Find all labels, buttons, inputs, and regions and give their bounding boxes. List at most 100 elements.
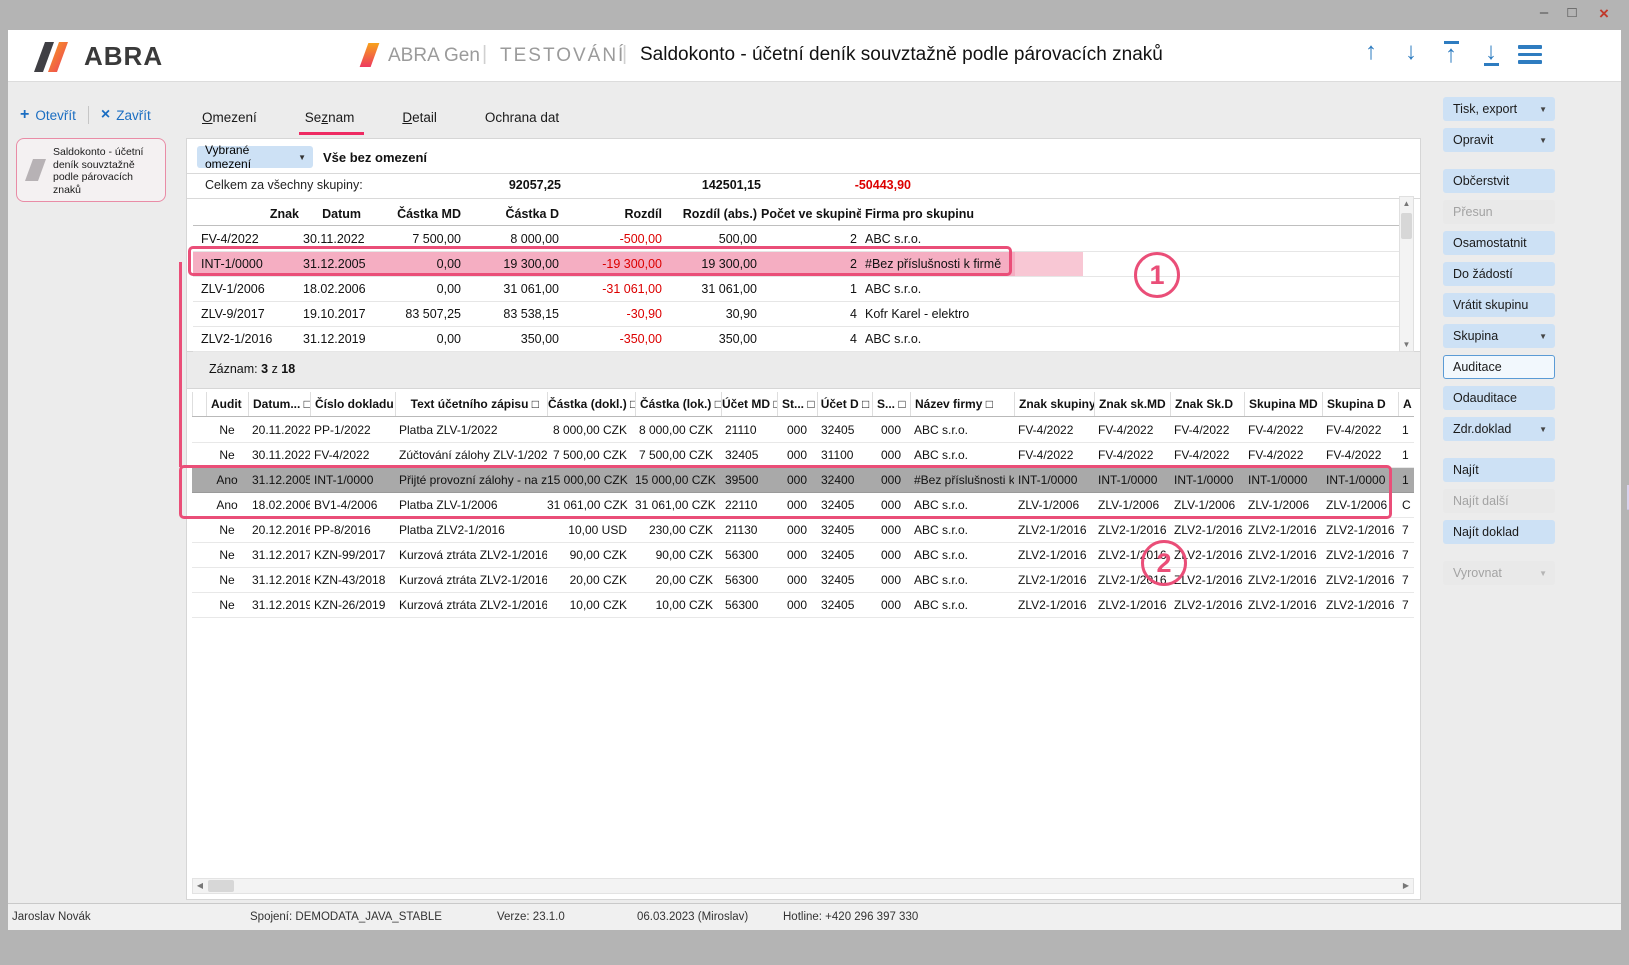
cell-znak-sk-d: ZLV-1/2006	[1170, 493, 1244, 517]
action-button[interactable]: Skupina ▼	[1443, 324, 1555, 348]
restriction-preset-dropdown[interactable]: Vybrané omezení ▼	[197, 146, 313, 168]
tab[interactable]: Omezení	[200, 104, 259, 134]
cell-pocet: 4	[761, 302, 861, 326]
action-button[interactable]: Osamostatnit ▼	[1443, 231, 1555, 255]
column-header[interactable]: Název firmy □	[910, 392, 1014, 416]
column-header[interactable]: Firma pro skupinu	[861, 202, 1412, 225]
column-header[interactable]: Rozdíl (abs.)	[666, 202, 761, 225]
hamburger-menu-icon[interactable]	[1518, 45, 1548, 68]
action-button[interactable]: Do žádostí ▼	[1443, 262, 1555, 286]
arrow-up-icon[interactable]: ↑	[1356, 41, 1386, 63]
column-header[interactable]: Skupina MD	[1244, 392, 1322, 416]
column-header[interactable]: Skupina D	[1322, 392, 1398, 416]
action-button[interactable]: Zdr.doklad ▼	[1443, 417, 1555, 441]
group-row[interactable]: ZLV-1/2006 18.02.2006 0,00 31 061,00 -31…	[193, 277, 1412, 302]
action-button[interactable]: Občerstvit ▼	[1443, 169, 1555, 193]
journal-row[interactable]: Ne 31.12.2017 KZN-99/2017 Kurzová ztráta…	[192, 543, 1414, 568]
cell-znak-sk-md: ZLV2-1/2016	[1094, 568, 1170, 592]
journal-row[interactable]: Ne 31.12.2019 KZN-26/2019 Kurzová ztráta…	[192, 593, 1414, 618]
cell-firma: ABC s.r.o.	[861, 277, 1412, 301]
cell-pocet: 4	[761, 327, 861, 351]
journal-row[interactable]: Ne 30.11.2022 FV-4/2022 Zúčtování zálohy…	[192, 443, 1414, 468]
column-header[interactable]: St... □	[777, 392, 817, 416]
close-icon[interactable]: ×	[1593, 4, 1615, 24]
column-header[interactable]: S... □	[872, 392, 910, 416]
column-header[interactable]: Číslo dokladu □	[310, 392, 395, 416]
cell-rozdil: -350,00	[563, 327, 666, 351]
column-header[interactable]: Znak skupiny □	[1014, 392, 1094, 416]
column-header[interactable]: Účet D □	[817, 392, 872, 416]
action-button[interactable]: Tisk, export ▼	[1443, 97, 1555, 121]
journal-row[interactable]: Ne 20.12.2016 PP-8/2016 Platba ZLV2-1/20…	[192, 518, 1414, 543]
open-button[interactable]: Otevřít	[35, 108, 76, 123]
scrollbar-thumb[interactable]	[1401, 213, 1412, 239]
cell-ucet-d: 32405	[817, 418, 872, 442]
column-header[interactable]: Částka MD	[365, 202, 465, 225]
column-header[interactable]: Datum... □	[248, 392, 310, 416]
workspace-card[interactable]: Saldokonto - účetní deník souvztažně pod…	[16, 138, 166, 202]
scroll-up-icon[interactable]: ▲	[1400, 197, 1413, 210]
chevron-down-icon: ▼	[1539, 569, 1547, 578]
column-header[interactable]: Text účetního zápisu □	[395, 392, 547, 416]
group-row[interactable]: ZLV-9/2017 19.10.2017 83 507,25 83 538,1…	[193, 302, 1412, 327]
journal-row[interactable]: Ano 18.02.2006 BV1-4/2006 Platba ZLV-1/2…	[192, 493, 1414, 518]
abra-logo-text: ABRA	[84, 41, 163, 72]
cell-znak: FV-4/2022	[193, 227, 303, 251]
column-header[interactable]: Znak Sk.D	[1170, 392, 1244, 416]
scroll-left-icon[interactable]: ◀	[193, 879, 207, 893]
action-button[interactable]: Vrátit skupinu ▼	[1443, 293, 1555, 317]
journal-row[interactable]: Ne 31.12.2018 KZN-43/2018 Kurzová ztráta…	[192, 568, 1414, 593]
action-button[interactable]: Přesun ▼	[1443, 200, 1555, 224]
tab[interactable]: Seznam	[303, 104, 357, 134]
tab[interactable]: Detail	[400, 104, 439, 134]
action-button[interactable]: Najít další ▼	[1443, 489, 1555, 513]
cell-rozdil-abs: 350,00	[666, 327, 761, 351]
scroll-right-icon[interactable]: ▶	[1399, 879, 1413, 893]
scroll-down-icon[interactable]: ▼	[1400, 338, 1413, 351]
action-button[interactable]: Najít ▼	[1443, 458, 1555, 482]
group-row[interactable]: FV-4/2022 30.11.2022 7 500,00 8 000,00 -…	[193, 227, 1412, 252]
column-header[interactable]	[192, 392, 206, 416]
column-header[interactable]: Datum	[303, 202, 365, 225]
action-button[interactable]: Auditace ▼	[1443, 355, 1555, 379]
action-button[interactable]: Odauditace ▼	[1443, 386, 1555, 410]
maximize-icon[interactable]: □	[1561, 4, 1583, 21]
cell-ucet-md: 56300	[721, 543, 777, 567]
cell-ucet-md: 21110	[721, 418, 777, 442]
column-header[interactable]: Znak sk.MD	[1094, 392, 1170, 416]
groups-table-body: FV-4/2022 30.11.2022 7 500,00 8 000,00 -…	[193, 227, 1412, 352]
action-button[interactable]: Vyrovnat ▼	[1443, 561, 1555, 585]
scrollbar-thumb[interactable]	[208, 880, 234, 892]
journal-row[interactable]: Ne 20.11.2022 PP-1/2022 Platba ZLV-1/202…	[192, 418, 1414, 443]
cell-castka-md: 83 507,25	[365, 302, 465, 326]
action-button[interactable]: Najít doklad ▼	[1443, 520, 1555, 544]
column-header[interactable]: Počet ve skupině	[761, 202, 861, 225]
cell-a: 7	[1398, 543, 1414, 567]
groups-table-scrollbar[interactable]: ▲ ▼	[1399, 196, 1414, 352]
minimize-icon[interactable]: –	[1533, 4, 1555, 21]
record-separator: z	[272, 362, 278, 376]
column-header[interactable]: Částka D	[465, 202, 563, 225]
column-header[interactable]: Znak	[193, 202, 303, 225]
arrow-down-icon[interactable]: ↓	[1396, 41, 1426, 63]
column-header[interactable]: Částka (lok.) □	[635, 392, 721, 416]
journal-horizontal-scrollbar[interactable]: ◀ ▶	[192, 878, 1414, 894]
arrow-to-bottom-icon[interactable]: ↓	[1476, 41, 1506, 66]
group-row[interactable]: ZLV2-1/2016 31.12.2019 0,00 350,00 -350,…	[193, 327, 1412, 352]
group-row[interactable]: INT-1/0000 31.12.2005 0,00 19 300,00 -19…	[193, 252, 1412, 277]
column-header[interactable]: A	[1398, 392, 1414, 416]
close-workspace-button[interactable]: Zavřít	[116, 108, 151, 123]
arrow-to-top-icon[interactable]: ↑	[1436, 41, 1466, 66]
column-header[interactable]: Účet MD □	[721, 392, 777, 416]
tab-label: nam	[328, 110, 354, 125]
column-header[interactable]: Rozdíl	[563, 202, 666, 225]
cell-ucet-d: 32405	[817, 518, 872, 542]
column-header[interactable]: Audit	[206, 392, 248, 416]
action-button[interactable]: Opravit ▼	[1443, 128, 1555, 152]
totals-label: Celkem za všechny skupiny:	[205, 178, 363, 192]
cell-znak-sk-md: ZLV2-1/2016	[1094, 593, 1170, 617]
journal-row[interactable]: Ano 31.12.2005 INT-1/0000 Přijté provozn…	[192, 468, 1414, 493]
tab[interactable]: Ochrana dat	[483, 104, 561, 134]
column-header[interactable]: Částka (dokl.) □	[547, 392, 635, 416]
groups-table-header: ZnakDatumČástka MDČástka DRozdílRozdíl (…	[193, 202, 1412, 226]
